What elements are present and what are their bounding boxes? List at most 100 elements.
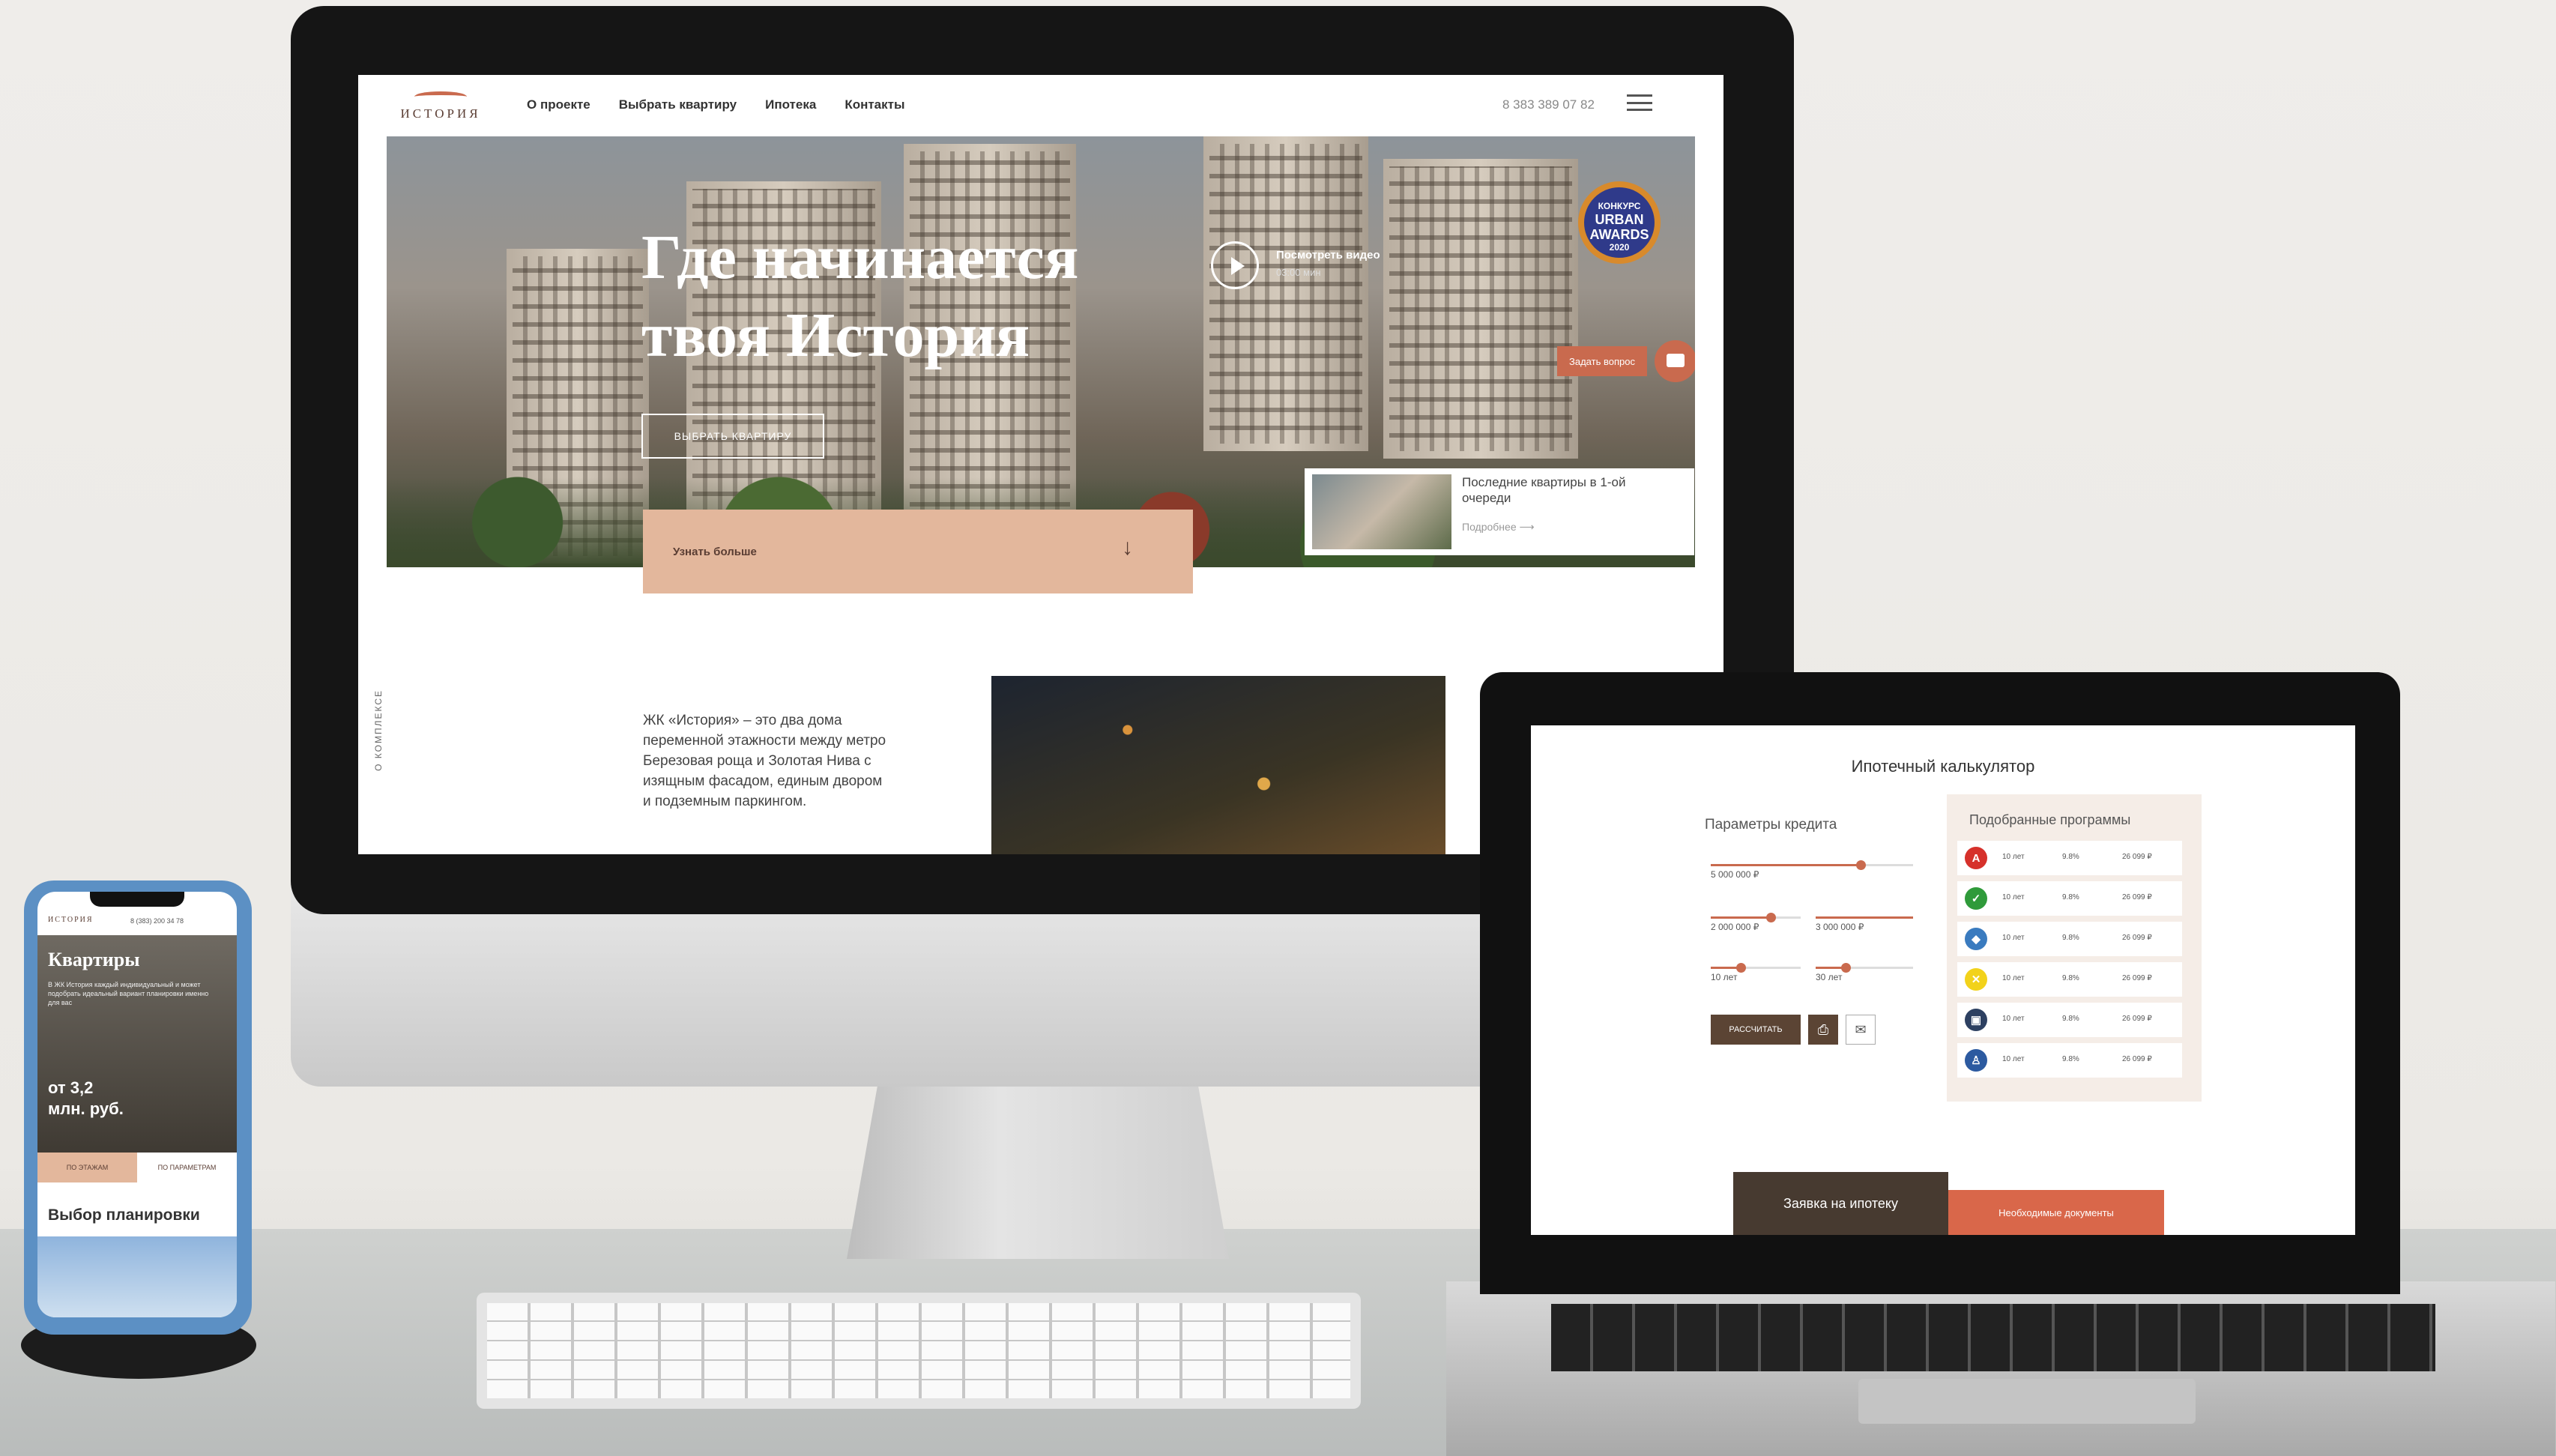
program-term: 10 лет — [2002, 853, 2025, 861]
nav-contacts[interactable]: Контакты — [845, 97, 904, 112]
program-term: 10 лет — [2002, 893, 2025, 901]
chat-icon[interactable] — [1655, 340, 1695, 382]
device-mockup-scene: ИСТОРИЯ О проекте Выбрать квартиру Ипоте… — [0, 0, 2556, 1456]
program-payment: 26 099 ₽ — [2122, 934, 2152, 942]
bank-logo-icon: ✕ — [1965, 968, 1987, 991]
program-rate: 9.8% — [2062, 1015, 2079, 1023]
play-video-icon[interactable] — [1211, 241, 1259, 289]
print-icon[interactable]: ⎙ — [1808, 1015, 1838, 1045]
main-nav: О проекте Выбрать квартиру Ипотека Конта… — [527, 97, 904, 112]
program-row[interactable]: ◆ 10 лет 9.8% 26 099 ₽ — [1957, 922, 2182, 956]
nav-choose-flat[interactable]: Выбрать квартиру — [619, 97, 737, 112]
program-rate: 9.8% — [2062, 1055, 2079, 1063]
urban-awards-badge: КОНКУРС URBAN AWARDS 2020 — [1578, 181, 1661, 264]
calculate-button[interactable]: РАССЧИТАТЬ — [1711, 1015, 1801, 1045]
night-view-image — [991, 676, 1445, 854]
required-documents-tab[interactable]: Необходимые документы — [1948, 1190, 2164, 1235]
award-urban-text: URBAN — [1595, 212, 1644, 227]
logo-arc-icon — [414, 91, 467, 102]
sky-image — [37, 1236, 237, 1317]
last-flats-link-label: Подробнее — [1462, 521, 1517, 533]
program-payment: 26 099 ₽ — [2122, 853, 2152, 861]
property-price-slider[interactable] — [1711, 860, 1913, 870]
credit-amount-value: 3 000 000 ₽ — [1816, 922, 1864, 932]
max-term-value: 30 лет — [1816, 972, 1843, 982]
laptop-trackpad — [1858, 1379, 2196, 1424]
mobile-text: В ЖК История каждый индивидуальный и мож… — [48, 981, 209, 1006]
term-slider[interactable] — [1711, 963, 1801, 973]
award-awards-text: AWARDS — [1589, 227, 1649, 242]
mobile-title: Квартиры — [48, 949, 140, 970]
programs-title: Подобранные программы — [1969, 812, 2131, 827]
bank-logo-icon: А — [1965, 847, 1987, 869]
site-header: ИСТОРИЯ О проекте Выбрать квартиру Ипоте… — [358, 75, 1723, 136]
program-term: 10 лет — [2002, 934, 2025, 942]
award-year-text: 2020 — [1609, 242, 1630, 253]
mobile-price: от 3,2 млн. руб. — [48, 1078, 124, 1120]
last-flats-title: Последние квартиры в 1-ой очереди — [1462, 475, 1626, 505]
program-payment: 26 099 ₽ — [2122, 1055, 2152, 1063]
ask-question-button[interactable]: Задать вопрос — [1557, 346, 1647, 376]
program-row[interactable]: ♙ 10 лет 9.8% 26 099 ₽ — [1957, 1043, 2182, 1078]
program-payment: 26 099 ₽ — [2122, 1015, 2152, 1023]
video-label[interactable]: Посмотреть видео — [1276, 249, 1380, 262]
program-rate: 9.8% — [2062, 934, 2079, 942]
section-vertical-label: О КОМПЛЕКСЕ — [373, 689, 384, 771]
mortgage-request-button[interactable]: Заявка на ипотеку — [1733, 1172, 1948, 1235]
program-rate: 9.8% — [2062, 974, 2079, 982]
bank-logo-icon: ✓ — [1965, 887, 1987, 910]
mail-icon[interactable]: ✉ — [1846, 1015, 1876, 1045]
program-term: 10 лет — [2002, 1055, 2025, 1063]
program-row[interactable]: ✕ 10 лет 9.8% 26 099 ₽ — [1957, 962, 2182, 997]
property-price-value: 5 000 000 ₽ — [1711, 869, 1759, 880]
arrow-right-icon: ⟶ — [1519, 521, 1535, 533]
plan-selection-title: Выбор планировки — [48, 1206, 200, 1224]
credit-amount-slider[interactable] — [1816, 916, 1913, 919]
video-duration: 03:00 мин — [1276, 267, 1321, 278]
price-unit: млн. руб. — [48, 1099, 124, 1118]
matched-programs-panel: Подобранные программы А 10 лет 9.8% 26 0… — [1947, 794, 2202, 1102]
choose-flat-button[interactable]: ВЫБРАТЬ КВАРТИРУ — [641, 414, 824, 459]
menu-burger-icon[interactable] — [1627, 94, 1652, 111]
bank-logo-icon: ♙ — [1965, 1049, 1987, 1072]
program-term: 10 лет — [2002, 974, 2025, 982]
learn-more-label: Узнать больше — [673, 545, 757, 558]
bank-logo-icon: ◆ — [1965, 928, 1987, 950]
program-payment: 26 099 ₽ — [2122, 974, 2152, 982]
program-payment: 26 099 ₽ — [2122, 893, 2152, 901]
program-rate: 9.8% — [2062, 853, 2079, 861]
last-flats-link[interactable]: Подробнее ⟶ — [1462, 521, 1535, 534]
down-payment-slider[interactable] — [1711, 913, 1801, 922]
about-text: ЖК «История» – это два дома переменной э… — [643, 713, 886, 809]
mortgage-calculator-screen: Ипотечный калькулятор Параметры кредита … — [1531, 725, 2355, 1235]
learn-more-button[interactable]: Узнать больше ↓ — [643, 510, 1193, 593]
mobile-phone-number[interactable]: 8 (383) 200 34 78 — [130, 917, 184, 925]
hero-title: Где начинается твоя История — [641, 223, 1079, 370]
site-logo[interactable]: ИСТОРИЯ — [399, 91, 482, 129]
calculator-title: Ипотечный калькулятор — [1851, 757, 2035, 776]
tab-by-floor[interactable]: ПО ЭТАЖАМ — [37, 1153, 137, 1182]
laptop-keyboard — [1551, 1304, 2435, 1371]
building-image — [1383, 159, 1578, 459]
building-image — [1203, 136, 1368, 451]
max-term-slider[interactable] — [1816, 963, 1913, 973]
term-value: 10 лет — [1711, 972, 1738, 982]
mobile-hero: Квартиры В ЖК История каждый индивидуаль… — [37, 935, 237, 1153]
program-term: 10 лет — [2002, 1015, 2025, 1023]
logo-text: ИСТОРИЯ — [400, 106, 481, 121]
mobile-logo[interactable]: ИСТОРИЯ — [48, 916, 94, 924]
program-row[interactable]: А 10 лет 9.8% 26 099 ₽ — [1957, 841, 2182, 875]
nav-mortgage[interactable]: Ипотека — [765, 97, 816, 112]
nav-about[interactable]: О проекте — [527, 97, 590, 112]
credit-params-title: Параметры кредита — [1705, 817, 1837, 833]
program-row[interactable]: ✓ 10 лет 9.8% 26 099 ₽ — [1957, 881, 2182, 916]
tab-by-params[interactable]: ПО ПАРАМЕТРАМ — [137, 1153, 237, 1182]
down-payment-value: 2 000 000 ₽ — [1711, 922, 1759, 932]
phone-notch — [90, 892, 184, 907]
program-row[interactable]: ▣ 10 лет 9.8% 26 099 ₽ — [1957, 1003, 2182, 1037]
header-phone[interactable]: 8 383 389 07 82 — [1502, 97, 1595, 112]
price-from: от 3,2 — [48, 1078, 94, 1097]
award-top-text: КОНКУРС — [1598, 201, 1641, 211]
bank-logo-icon: ▣ — [1965, 1009, 1987, 1031]
last-flats-card[interactable]: Последние квартиры в 1-ой очереди Подроб… — [1305, 468, 1694, 555]
